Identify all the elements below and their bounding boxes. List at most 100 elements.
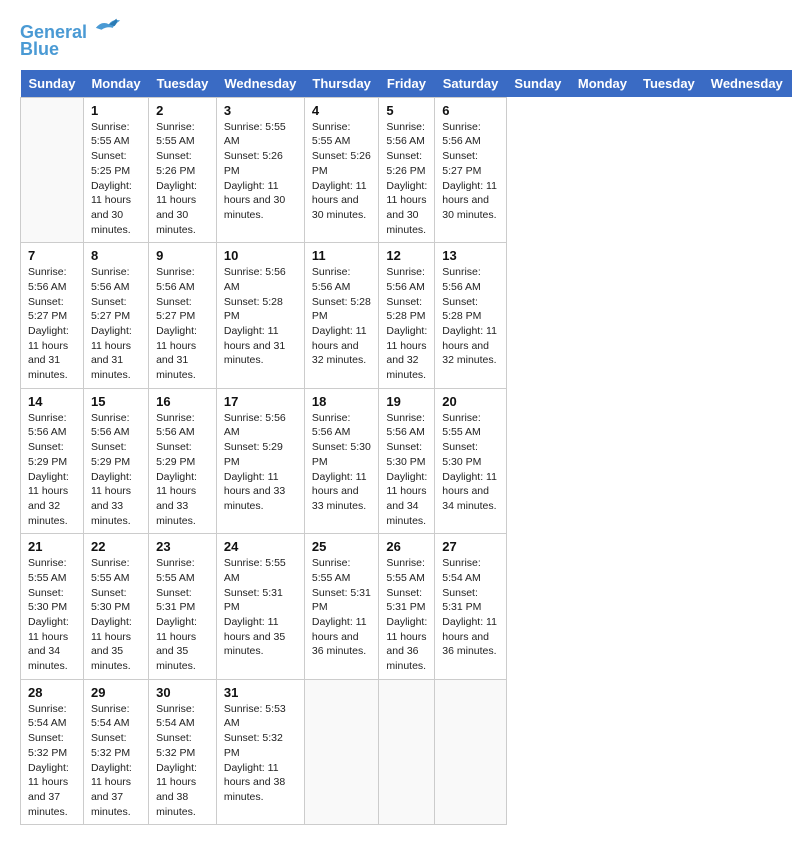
calendar-cell bbox=[379, 679, 435, 825]
day-info: Sunrise: 5:56 AMSunset: 5:29 PMDaylight:… bbox=[156, 412, 197, 527]
day-info: Sunrise: 5:55 AMSunset: 5:30 PMDaylight:… bbox=[442, 412, 497, 512]
day-info: Sunrise: 5:56 AMSunset: 5:27 PMDaylight:… bbox=[156, 266, 197, 381]
day-info: Sunrise: 5:54 AMSunset: 5:32 PMDaylight:… bbox=[156, 703, 197, 818]
day-number: 20 bbox=[442, 394, 499, 409]
day-number: 6 bbox=[442, 103, 499, 118]
day-info: Sunrise: 5:53 AMSunset: 5:32 PMDaylight:… bbox=[224, 703, 286, 803]
day-number: 23 bbox=[156, 539, 209, 554]
day-number: 31 bbox=[224, 685, 297, 700]
day-info: Sunrise: 5:54 AMSunset: 5:32 PMDaylight:… bbox=[91, 703, 132, 818]
day-number: 19 bbox=[386, 394, 427, 409]
day-number: 12 bbox=[386, 248, 427, 263]
weekday-header-row: SundayMondayTuesdayWednesdayThursdayFrid… bbox=[21, 70, 792, 98]
calendar-cell: 11 Sunrise: 5:56 AMSunset: 5:28 PMDaylig… bbox=[304, 243, 379, 389]
day-number: 22 bbox=[91, 539, 141, 554]
calendar-cell bbox=[435, 679, 507, 825]
day-info: Sunrise: 5:56 AMSunset: 5:28 PMDaylight:… bbox=[386, 266, 427, 381]
day-number: 11 bbox=[312, 248, 372, 263]
calendar-cell: 21 Sunrise: 5:55 AMSunset: 5:30 PMDaylig… bbox=[21, 534, 84, 680]
day-number: 28 bbox=[28, 685, 76, 700]
day-info: Sunrise: 5:55 AMSunset: 5:26 PMDaylight:… bbox=[312, 121, 371, 221]
day-number: 18 bbox=[312, 394, 372, 409]
day-number: 9 bbox=[156, 248, 209, 263]
day-number: 26 bbox=[386, 539, 427, 554]
week-row-1: 1 Sunrise: 5:55 AMSunset: 5:25 PMDayligh… bbox=[21, 97, 792, 243]
weekday-header-monday: Monday bbox=[570, 70, 635, 98]
calendar-cell: 5 Sunrise: 5:56 AMSunset: 5:26 PMDayligh… bbox=[379, 97, 435, 243]
logo: General Blue bbox=[20, 20, 122, 60]
day-number: 15 bbox=[91, 394, 141, 409]
day-number: 16 bbox=[156, 394, 209, 409]
calendar-cell: 29 Sunrise: 5:54 AMSunset: 5:32 PMDaylig… bbox=[83, 679, 148, 825]
calendar-cell: 3 Sunrise: 5:55 AMSunset: 5:26 PMDayligh… bbox=[216, 97, 304, 243]
day-info: Sunrise: 5:55 AMSunset: 5:25 PMDaylight:… bbox=[91, 121, 132, 236]
day-info: Sunrise: 5:56 AMSunset: 5:30 PMDaylight:… bbox=[386, 412, 427, 527]
calendar-cell: 1 Sunrise: 5:55 AMSunset: 5:25 PMDayligh… bbox=[83, 97, 148, 243]
weekday-header-thursday: Thursday bbox=[304, 70, 379, 98]
day-number: 24 bbox=[224, 539, 297, 554]
day-number: 27 bbox=[442, 539, 499, 554]
calendar-cell: 13 Sunrise: 5:56 AMSunset: 5:28 PMDaylig… bbox=[435, 243, 507, 389]
day-info: Sunrise: 5:56 AMSunset: 5:30 PMDaylight:… bbox=[312, 412, 371, 512]
week-row-4: 21 Sunrise: 5:55 AMSunset: 5:30 PMDaylig… bbox=[21, 534, 792, 680]
day-info: Sunrise: 5:54 AMSunset: 5:31 PMDaylight:… bbox=[442, 557, 497, 657]
day-info: Sunrise: 5:56 AMSunset: 5:29 PMDaylight:… bbox=[91, 412, 132, 527]
calendar-cell: 22 Sunrise: 5:55 AMSunset: 5:30 PMDaylig… bbox=[83, 534, 148, 680]
day-number: 5 bbox=[386, 103, 427, 118]
page-header: General Blue bbox=[20, 20, 772, 60]
week-row-5: 28 Sunrise: 5:54 AMSunset: 5:32 PMDaylig… bbox=[21, 679, 792, 825]
day-info: Sunrise: 5:56 AMSunset: 5:26 PMDaylight:… bbox=[386, 121, 427, 236]
day-info: Sunrise: 5:55 AMSunset: 5:31 PMDaylight:… bbox=[156, 557, 197, 672]
calendar-cell: 8 Sunrise: 5:56 AMSunset: 5:27 PMDayligh… bbox=[83, 243, 148, 389]
day-number: 25 bbox=[312, 539, 372, 554]
calendar-cell: 16 Sunrise: 5:56 AMSunset: 5:29 PMDaylig… bbox=[149, 388, 217, 534]
weekday-header-wednesday: Wednesday bbox=[216, 70, 304, 98]
calendar-cell: 31 Sunrise: 5:53 AMSunset: 5:32 PMDaylig… bbox=[216, 679, 304, 825]
day-info: Sunrise: 5:56 AMSunset: 5:27 PMDaylight:… bbox=[28, 266, 69, 381]
calendar-cell: 12 Sunrise: 5:56 AMSunset: 5:28 PMDaylig… bbox=[379, 243, 435, 389]
day-info: Sunrise: 5:55 AMSunset: 5:26 PMDaylight:… bbox=[224, 121, 286, 221]
calendar-cell: 2 Sunrise: 5:55 AMSunset: 5:26 PMDayligh… bbox=[149, 97, 217, 243]
day-number: 3 bbox=[224, 103, 297, 118]
day-number: 21 bbox=[28, 539, 76, 554]
calendar-cell: 30 Sunrise: 5:54 AMSunset: 5:32 PMDaylig… bbox=[149, 679, 217, 825]
day-number: 2 bbox=[156, 103, 209, 118]
calendar-cell: 18 Sunrise: 5:56 AMSunset: 5:30 PMDaylig… bbox=[304, 388, 379, 534]
day-info: Sunrise: 5:56 AMSunset: 5:28 PMDaylight:… bbox=[224, 266, 286, 366]
day-number: 13 bbox=[442, 248, 499, 263]
weekday-header-sunday: Sunday bbox=[21, 70, 84, 98]
calendar-cell: 9 Sunrise: 5:56 AMSunset: 5:27 PMDayligh… bbox=[149, 243, 217, 389]
calendar-cell: 26 Sunrise: 5:55 AMSunset: 5:31 PMDaylig… bbox=[379, 534, 435, 680]
day-info: Sunrise: 5:56 AMSunset: 5:29 PMDaylight:… bbox=[28, 412, 69, 527]
calendar-cell: 6 Sunrise: 5:56 AMSunset: 5:27 PMDayligh… bbox=[435, 97, 507, 243]
day-info: Sunrise: 5:55 AMSunset: 5:30 PMDaylight:… bbox=[91, 557, 132, 672]
calendar-cell bbox=[21, 97, 84, 243]
calendar-cell: 10 Sunrise: 5:56 AMSunset: 5:28 PMDaylig… bbox=[216, 243, 304, 389]
calendar-cell: 4 Sunrise: 5:55 AMSunset: 5:26 PMDayligh… bbox=[304, 97, 379, 243]
day-number: 17 bbox=[224, 394, 297, 409]
calendar-cell: 27 Sunrise: 5:54 AMSunset: 5:31 PMDaylig… bbox=[435, 534, 507, 680]
calendar-cell: 23 Sunrise: 5:55 AMSunset: 5:31 PMDaylig… bbox=[149, 534, 217, 680]
calendar-cell: 15 Sunrise: 5:56 AMSunset: 5:29 PMDaylig… bbox=[83, 388, 148, 534]
day-info: Sunrise: 5:55 AMSunset: 5:31 PMDaylight:… bbox=[224, 557, 286, 657]
calendar-cell: 17 Sunrise: 5:56 AMSunset: 5:29 PMDaylig… bbox=[216, 388, 304, 534]
day-info: Sunrise: 5:54 AMSunset: 5:32 PMDaylight:… bbox=[28, 703, 69, 818]
day-number: 7 bbox=[28, 248, 76, 263]
day-info: Sunrise: 5:56 AMSunset: 5:28 PMDaylight:… bbox=[312, 266, 371, 366]
weekday-header-tuesday: Tuesday bbox=[635, 70, 703, 98]
calendar-table: SundayMondayTuesdayWednesdayThursdayFrid… bbox=[20, 70, 792, 826]
week-row-2: 7 Sunrise: 5:56 AMSunset: 5:27 PMDayligh… bbox=[21, 243, 792, 389]
week-row-3: 14 Sunrise: 5:56 AMSunset: 5:29 PMDaylig… bbox=[21, 388, 792, 534]
weekday-header-tuesday: Tuesday bbox=[149, 70, 217, 98]
logo-bird-icon bbox=[94, 16, 122, 38]
day-number: 30 bbox=[156, 685, 209, 700]
weekday-header-saturday: Saturday bbox=[435, 70, 507, 98]
day-number: 10 bbox=[224, 248, 297, 263]
calendar-cell: 19 Sunrise: 5:56 AMSunset: 5:30 PMDaylig… bbox=[379, 388, 435, 534]
day-number: 14 bbox=[28, 394, 76, 409]
day-info: Sunrise: 5:56 AMSunset: 5:27 PMDaylight:… bbox=[91, 266, 132, 381]
calendar-cell bbox=[304, 679, 379, 825]
weekday-header-sunday: Sunday bbox=[506, 70, 569, 98]
day-number: 4 bbox=[312, 103, 372, 118]
day-number: 1 bbox=[91, 103, 141, 118]
